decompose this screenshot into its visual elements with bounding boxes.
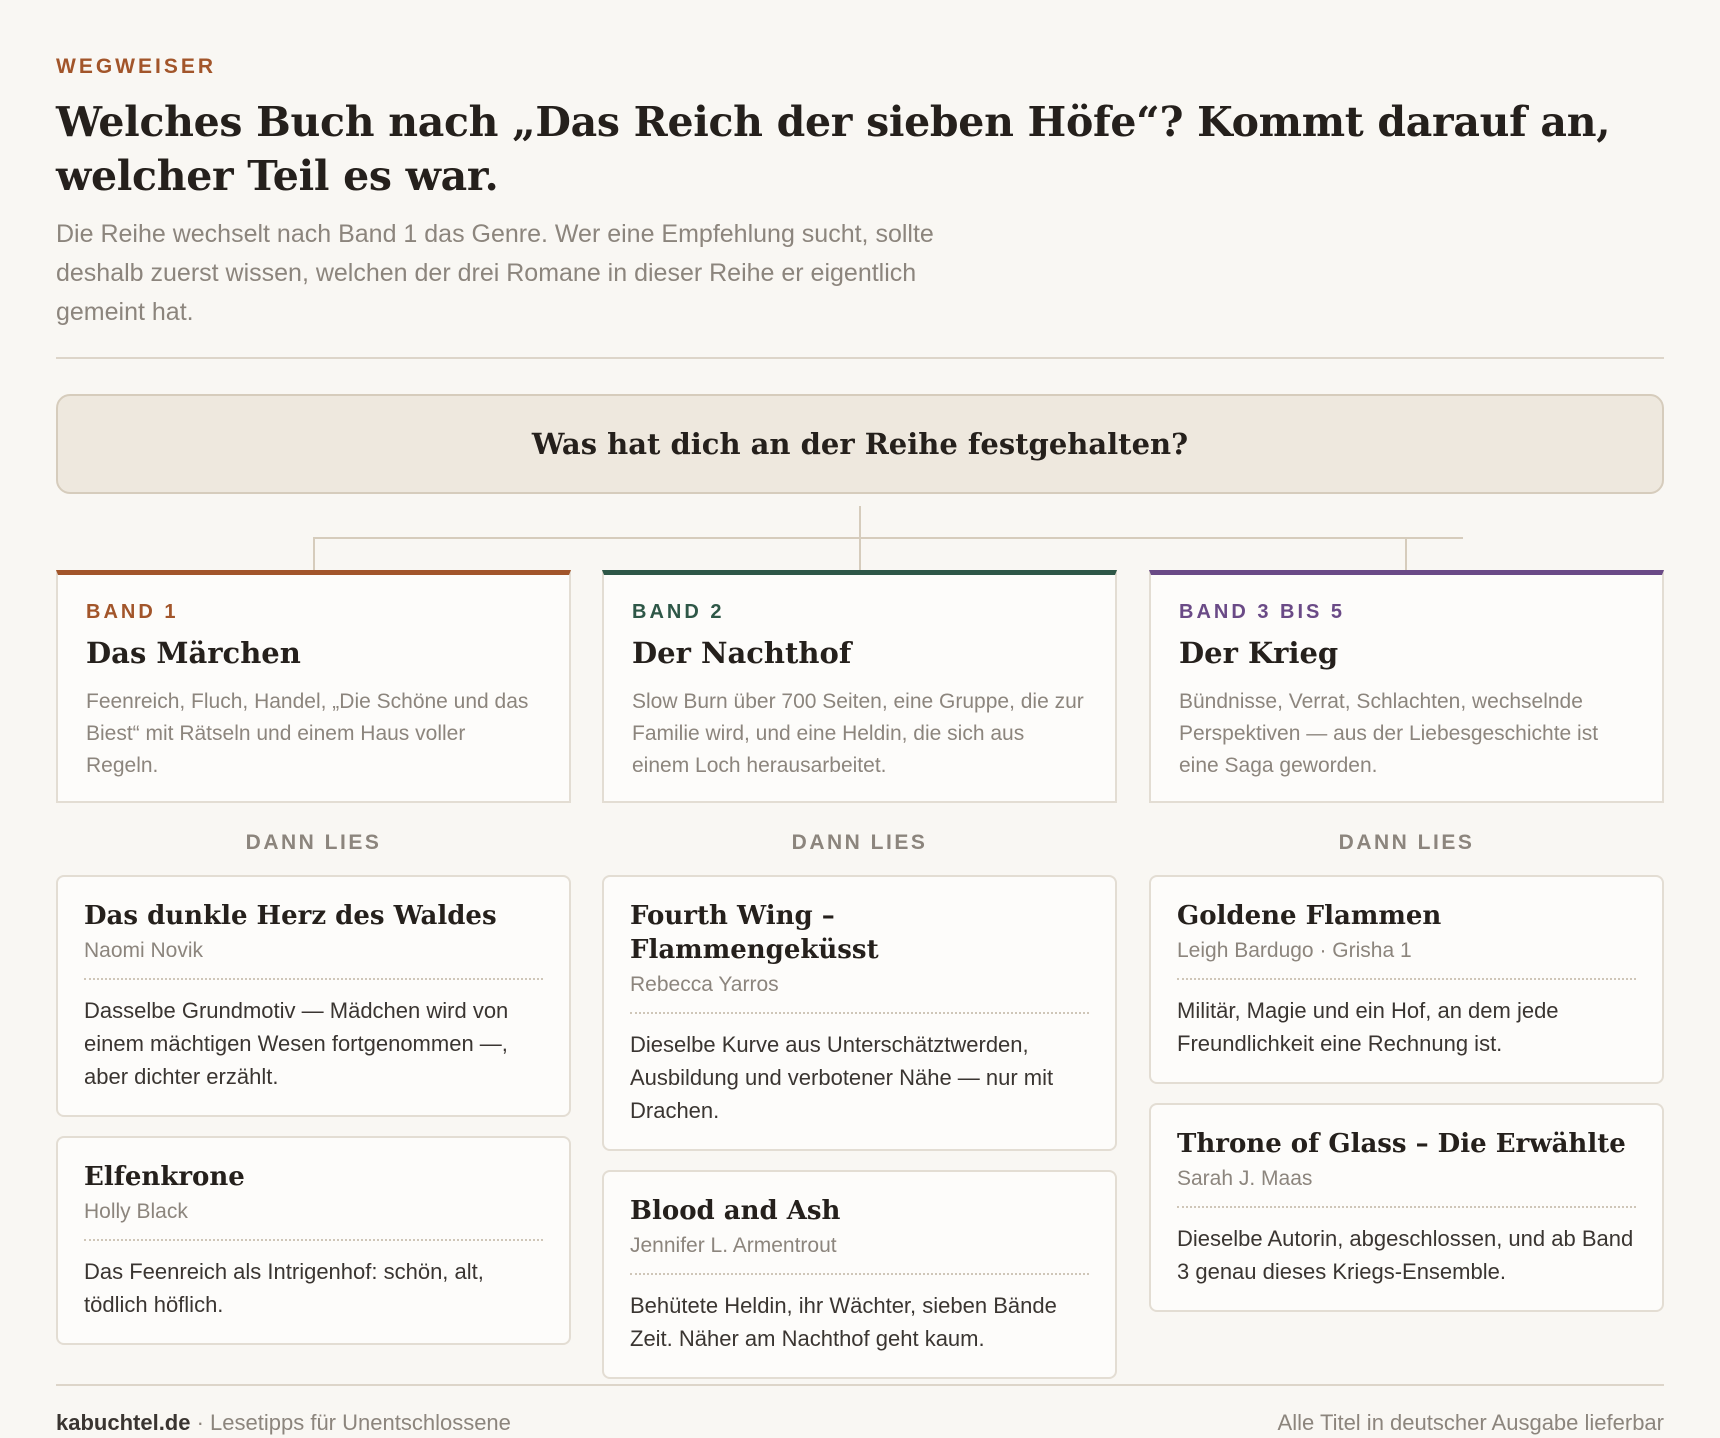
connector-right (1405, 537, 1407, 570)
connector-bar (313, 537, 1463, 539)
book-title: Blood and Ash (630, 1196, 841, 1226)
book-card[interactable]: Goldene Flammen Leigh Bardugo · Grisha 1… (1149, 875, 1664, 1084)
then-read-label: DANN LIES (1338, 831, 1475, 854)
book-reason: Dieselbe Kurve aus Unterschätztwerden, A… (630, 1032, 1054, 1123)
connector-trunk (859, 506, 861, 539)
book-reason: Das Feenreich als Intrigenhof: schön, al… (84, 1259, 484, 1317)
band-card: BAND 2 Der Nachthof Slow Burn über 700 S… (602, 570, 1117, 803)
book-title: Elfenkrone (84, 1162, 245, 1192)
band-name: Der Nachthof (632, 636, 852, 670)
question-box: Was hat dich an der Reihe festgehalten? (56, 394, 1664, 494)
book-reason: Behütete Heldin, ihr Wächter, sieben Bän… (630, 1293, 1057, 1351)
column-band-1: BAND 1 Das Märchen Feenreich, Fluch, Han… (56, 570, 571, 1364)
column-band-3-5: BAND 3 BIS 5 Der Krieg Bündnisse, Verrat… (1149, 570, 1664, 1331)
page-subtitle: Die Reihe wechselt nach Band 1 das Genre… (56, 220, 934, 326)
band-description: Feenreich, Fluch, Handel, „Die Schöne un… (86, 690, 529, 777)
connector-middle (859, 537, 861, 570)
book-reason: Dasselbe Grundmotiv — Mädchen wird von e… (84, 998, 509, 1089)
book-reason: Militär, Magie und ein Hof, an dem jede … (1177, 998, 1559, 1056)
then-read-label: DANN LIES (245, 831, 382, 854)
book-author: Leigh Bardugo · Grisha 1 (1177, 937, 1636, 980)
band-name: Das Märchen (86, 636, 301, 670)
band-label: BAND 3 BIS 5 (1179, 601, 1346, 623)
band-label: BAND 2 (632, 601, 725, 623)
band-label: BAND 1 (86, 601, 179, 623)
book-card[interactable]: Fourth Wing – Flammengeküsst Rebecca Yar… (602, 875, 1117, 1151)
band-name: Der Krieg (1179, 636, 1339, 670)
book-author: Rebecca Yarros (630, 971, 1089, 1014)
book-title: Throne of Glass – Die Erwählte (1177, 1129, 1626, 1159)
divider-bottom (56, 1384, 1664, 1386)
page-title: Welches Buch nach „Das Reich der sieben … (56, 98, 1611, 200)
column-band-2: BAND 2 Der Nachthof Slow Burn über 700 S… (602, 570, 1117, 1398)
eyebrow: WEGWEISER (56, 55, 217, 78)
question-text: Was hat dich an der Reihe festgehalten? (531, 427, 1189, 461)
connector-left (313, 537, 315, 570)
divider-top (56, 357, 1664, 359)
footer-credit: kabuchtel.de · Lesetipps für Unentschlos… (56, 1410, 511, 1436)
book-card[interactable]: Throne of Glass – Die Erwählte Sarah J. … (1149, 1103, 1664, 1312)
book-author: Holly Black (84, 1198, 543, 1241)
book-card[interactable]: Das dunkle Herz des Waldes Naomi Novik D… (56, 875, 571, 1117)
band-description: Bündnisse, Verrat, Schlachten, wechselnd… (1179, 690, 1599, 777)
band-card: BAND 1 Das Märchen Feenreich, Fluch, Han… (56, 570, 571, 803)
book-reason: Dieselbe Autorin, abgeschlossen, und ab … (1177, 1226, 1634, 1284)
book-author: Naomi Novik (84, 937, 543, 980)
band-card: BAND 3 BIS 5 Der Krieg Bündnisse, Verrat… (1149, 570, 1664, 803)
band-description: Slow Burn über 700 Seiten, eine Gruppe, … (632, 690, 1084, 777)
book-author: Sarah J. Maas (1177, 1165, 1636, 1208)
book-title: Das dunkle Herz des Waldes (84, 901, 497, 931)
book-card[interactable]: Elfenkrone Holly Black Das Feenreich als… (56, 1136, 571, 1345)
book-card[interactable]: Blood and Ash Jennifer L. Armentrout Beh… (602, 1170, 1117, 1379)
book-author: Jennifer L. Armentrout (630, 1232, 1089, 1275)
footer-note: Alle Titel in deutscher Ausgabe lieferba… (1277, 1410, 1664, 1435)
footer-tagline: · Lesetipps für Unentschlossene (196, 1410, 511, 1435)
site-link[interactable]: kabuchtel.de (56, 1410, 190, 1435)
book-title: Fourth Wing – Flammengeküsst (630, 901, 879, 965)
then-read-label: DANN LIES (791, 831, 928, 854)
book-title: Goldene Flammen (1177, 901, 1442, 931)
